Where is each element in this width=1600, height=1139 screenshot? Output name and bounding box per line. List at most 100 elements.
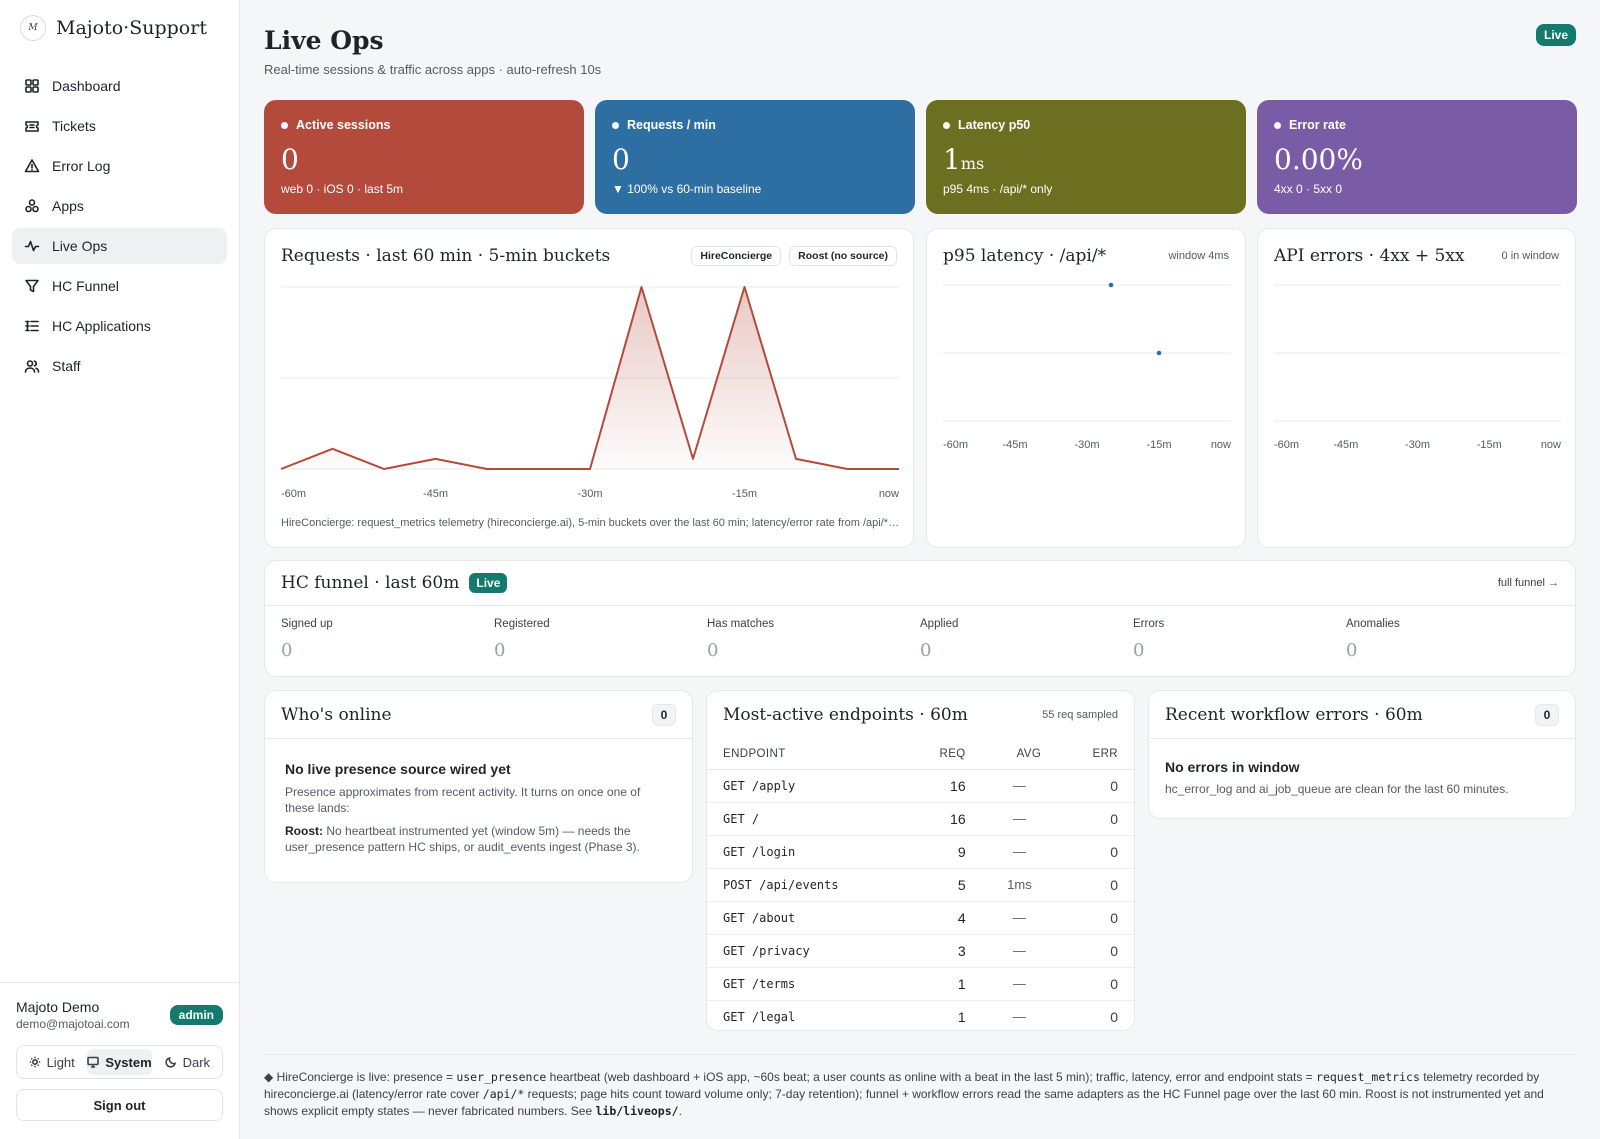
funnel-stat: Errors 0	[1133, 618, 1165, 661]
sidebar-item-label: Staff	[52, 358, 81, 374]
sidebar-item-staff[interactable]: Staff	[12, 348, 227, 384]
filter-icon	[25, 279, 39, 293]
sidebar-item-apps[interactable]: Apps	[12, 188, 227, 224]
column-header: ERR	[1057, 739, 1134, 770]
empty-state-body: Presence approximates from recent activi…	[285, 785, 641, 815]
theme-dark-label: Dark	[182, 1054, 211, 1070]
status-dot-icon	[1274, 121, 1281, 129]
sidebar-item-label: Tickets	[52, 118, 96, 134]
theme-dark-button[interactable]: Dark	[156, 1049, 219, 1075]
monitor-icon	[87, 1056, 100, 1068]
chart-meta: window 4ms	[1168, 250, 1229, 262]
status-dot-icon	[943, 121, 950, 129]
sampled-count: 55 req sampled	[1042, 709, 1118, 721]
table-row[interactable]: GET /privacy 3—0	[707, 934, 1134, 968]
theme-system-label: System	[105, 1054, 152, 1070]
status-dot-icon	[612, 121, 619, 129]
x-tick-label: -45m	[1002, 439, 1027, 451]
brand[interactable]: M Majoto·Support	[0, 0, 239, 56]
ticket-icon	[25, 121, 39, 132]
sidebar-item-label: Dashboard	[52, 78, 121, 94]
endpoints-card: Most-active endpoints · 60m 55 req sampl…	[706, 690, 1135, 1031]
sidebar-item-error-log[interactable]: Error Log	[12, 148, 227, 184]
theme-switcher: Light System Dark	[16, 1045, 223, 1079]
column-header: REQ	[904, 739, 982, 770]
x-tick-label: -60m	[281, 488, 306, 500]
kpi-label: Requests / min	[627, 118, 716, 132]
user-name: Majoto Demo	[16, 999, 100, 1015]
sidebar-item-label: Live Ops	[52, 238, 108, 254]
table-row[interactable]: GET /apply 16—0	[707, 769, 1134, 803]
x-tick-label: -30m	[1074, 439, 1099, 451]
roost-note: Roost: No heartbeat instrumented yet (wi…	[285, 824, 640, 854]
dashboard-icon	[25, 79, 39, 93]
card-title: Who's online	[281, 704, 392, 725]
sidebar-item-hc-applications[interactable]: HC Applications	[12, 308, 227, 344]
chart-meta: 0 in window	[1501, 250, 1559, 262]
page-subtitle: Real-time sessions & traffic across apps…	[264, 62, 602, 77]
sidebar-item-hc-funnel[interactable]: HC Funnel	[12, 268, 227, 304]
x-tick-label: -15m	[1146, 439, 1171, 451]
kpi-active-sessions: Active sessions 0 web 0 · iOS 0 · last 5…	[264, 100, 584, 214]
theme-light-button[interactable]: Light	[20, 1049, 83, 1075]
table-row[interactable]: GET /login 9—0	[707, 835, 1134, 869]
x-tick-label: -60m	[1274, 439, 1299, 451]
table-row[interactable]: GET /16—0	[707, 802, 1134, 836]
user-info: Majoto Demo demo@majotoai.com admin	[16, 999, 223, 1031]
theme-system-button[interactable]: System	[87, 1049, 152, 1075]
footnote: ◆ HireConcierge is live: presence = user…	[264, 1054, 1576, 1120]
sidebar-nav: Dashboard Tickets Error Log Apps Live Op…	[0, 56, 239, 400]
kpi-subtext: 4xx 0 · 5xx 0	[1274, 182, 1343, 196]
table-header: ENDPOINT REQ AVG ERR	[707, 739, 1134, 770]
role-badge: admin	[169, 1005, 223, 1025]
empty-state-title: No live presence source wired yet	[285, 761, 511, 777]
legend-hireconcierge[interactable]: HireConcierge	[691, 246, 782, 266]
brand-name: Majoto·Support	[56, 17, 207, 39]
kpi-label: Active sessions	[296, 118, 391, 132]
table-row[interactable]: POST /api/events 5 1ms 0	[707, 868, 1134, 902]
full-funnel-link[interactable]: full funnel →	[1498, 577, 1559, 589]
kpi-value: 0.00%	[1274, 143, 1363, 176]
sign-out-button[interactable]: Sign out	[16, 1089, 223, 1121]
activity-icon	[24, 240, 40, 252]
kpi-value: 1ms	[943, 143, 985, 176]
funnel-stat: Applied 0	[920, 618, 959, 661]
status-dot-icon	[281, 121, 288, 129]
x-tick-label: now	[1541, 439, 1561, 451]
page-title: Live Ops	[264, 26, 384, 55]
sidebar-item-dashboard[interactable]: Dashboard	[12, 68, 227, 104]
x-tick-label: -60m	[943, 439, 968, 451]
funnel-card: HC funnel · last 60m Live full funnel → …	[264, 560, 1576, 677]
table-row[interactable]: GET /terms 1—0	[707, 967, 1134, 1001]
sidebar-item-label: Apps	[52, 198, 84, 214]
kpi-requests-per-min: Requests / min 0 ▼ 100% vs 60-min baseli…	[595, 100, 915, 214]
x-tick-label: -30m	[577, 488, 602, 500]
latency-chart-card: p95 latency · /api/* window 4ms -60m -45m…	[926, 228, 1246, 548]
online-count-badge: 0	[652, 703, 676, 726]
kpi-subtext: ▼ 100% vs 60-min baseline	[612, 182, 762, 196]
data-point	[1156, 350, 1162, 356]
kpi-latency-p50: Latency p50 1ms p95 4ms · /api/* only	[926, 100, 1246, 214]
theme-light-label: Light	[46, 1054, 75, 1070]
latency-chart: -60m -45m -30m -15m now	[943, 282, 1231, 451]
table-row[interactable]: GET /legal 1—0	[707, 1000, 1134, 1033]
sidebar-item-label: HC Applications	[52, 318, 151, 334]
sidebar-item-live-ops[interactable]: Live Ops	[12, 228, 227, 264]
chart-legend: HireConcierge Roost (no source)	[691, 246, 897, 266]
x-tick-label: now	[879, 488, 899, 500]
warning-icon	[24, 159, 40, 173]
funnel-stat: Anomalies 0	[1346, 618, 1400, 661]
table-row[interactable]: GET /about 4—0	[707, 901, 1134, 935]
user-email: demo@majotoai.com	[16, 1017, 130, 1031]
brand-logo: M	[20, 15, 46, 41]
column-header: ENDPOINT	[707, 739, 905, 770]
legend-roost[interactable]: Roost (no source)	[789, 246, 897, 266]
card-title: Recent workflow errors · 60m	[1165, 704, 1423, 725]
chart-caption: HireConcierge: request_metrics telemetry…	[281, 517, 900, 529]
errors-chart: -60m -45m -30m -15m now	[1274, 284, 1561, 451]
errors-count-badge: 0	[1535, 703, 1559, 726]
sidebar-item-tickets[interactable]: Tickets	[12, 108, 227, 144]
column-header: AVG	[981, 739, 1058, 770]
kpi-subtext: web 0 · iOS 0 · last 5m	[281, 182, 404, 196]
kpi-label: Error rate	[1289, 118, 1346, 132]
